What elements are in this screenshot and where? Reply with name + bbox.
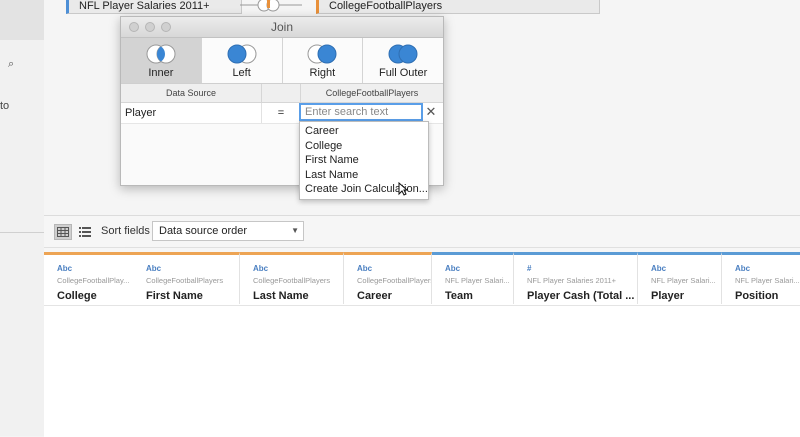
grid-view-button[interactable]: [54, 224, 72, 240]
join-type-right[interactable]: Right: [282, 38, 364, 83]
type-icon[interactable]: Abc: [357, 264, 431, 274]
header-right-table: CollegeFootballPlayers: [325, 88, 419, 98]
join-type-inner[interactable]: Inner: [121, 38, 202, 83]
close-icon[interactable]: [129, 22, 139, 32]
inner-join-icon: [146, 44, 176, 64]
grid-column-header[interactable]: # NFL Player Salaries 2011+ Player Cash …: [514, 252, 638, 304]
type-icon[interactable]: Abc: [651, 264, 721, 274]
sort-select-value: Data source order: [159, 225, 248, 237]
column-source: NFL Player Salari...: [445, 276, 510, 285]
column-source: NFL Player Salari...: [651, 276, 716, 285]
header-operator: [262, 84, 301, 102]
type-icon[interactable]: Abc: [146, 264, 239, 274]
column-name: Team: [445, 290, 473, 302]
close-icon[interactable]: ✕: [424, 104, 438, 120]
column-source: CollegeFootballPlay...: [57, 276, 130, 285]
dropdown-option-college[interactable]: College: [300, 139, 428, 154]
column-name: Last Name: [253, 290, 309, 302]
left-panel: ⌕ to: [0, 0, 45, 436]
grid-column-header[interactable]: Abc NFL Player Salari... Team: [432, 252, 514, 304]
list-view-button[interactable]: [76, 224, 94, 240]
grid-column-header[interactable]: Abc CollegeFootballPlayers First Name: [133, 252, 240, 304]
column-name: Player Cash (Total ...: [527, 290, 635, 302]
sort-fields-select[interactable]: Data source order ▼: [152, 221, 304, 241]
join-type-full-outer[interactable]: Full Outer: [363, 38, 443, 83]
join-connector-icon[interactable]: [240, 0, 302, 12]
left-join-icon: [227, 44, 257, 64]
grid-column-header[interactable]: Abc NFL Player Salari... Player: [638, 252, 722, 304]
column-name: College: [57, 290, 97, 302]
grid-column-header[interactable]: Abc NFL Player Salari... Position: [722, 252, 800, 304]
column-source: NFL Player Salari...: [735, 276, 800, 285]
join-left-field[interactable]: Player: [121, 103, 262, 123]
dropdown-option-last-name[interactable]: Last Name: [300, 168, 428, 183]
grid-divider: [44, 305, 800, 306]
mouse-cursor-icon: [398, 182, 408, 196]
type-icon[interactable]: Abc: [57, 264, 136, 274]
grid-column-header[interactable]: Abc CollegeFootballPlayers Career: [344, 252, 432, 304]
search-icon[interactable]: ⌕: [8, 58, 14, 71]
dropdown-option-first-name[interactable]: First Name: [300, 153, 428, 168]
join-type-label: Left: [232, 67, 251, 79]
join-operator[interactable]: =: [262, 103, 301, 123]
list-icon: [79, 227, 91, 237]
dialog-titlebar[interactable]: Join: [121, 17, 443, 38]
chevron-down-icon: ▼: [291, 226, 299, 235]
type-icon[interactable]: #: [527, 264, 637, 274]
type-icon[interactable]: Abc: [735, 264, 800, 274]
minimize-icon[interactable]: [145, 22, 155, 32]
grid-icon: [57, 227, 69, 237]
metadata-grid: Abc CollegeFootballPlay... College Abc C…: [44, 247, 800, 437]
join-clause-header: Data Source CollegeFootballPlayers: [121, 84, 443, 103]
table-pill-college[interactable]: CollegeFootballPlayers: [316, 0, 600, 14]
column-name: Career: [357, 290, 392, 302]
join-type-left[interactable]: Left: [201, 38, 283, 83]
column-source: CollegeFootballPlayers: [146, 276, 224, 285]
right-join-icon: [307, 44, 337, 64]
header-data-source: Data Source: [121, 84, 262, 102]
column-name: Position: [735, 290, 779, 302]
join-type-label: Full Outer: [378, 67, 428, 79]
join-field-search-input[interactable]: [299, 103, 423, 121]
column-name: Player: [651, 290, 685, 302]
join-type-label: Right: [309, 67, 336, 79]
column-source: NFL Player Salaries 2011+: [527, 276, 617, 285]
left-panel-text: to: [0, 100, 10, 112]
maximize-icon[interactable]: [161, 22, 171, 32]
column-source: CollegeFootballPlayers: [253, 276, 331, 285]
join-type-label: Inner: [148, 67, 174, 79]
join-field-dropdown: Career College First Name Last Name Crea…: [299, 121, 429, 200]
full-outer-join-icon: [388, 44, 418, 64]
type-icon[interactable]: Abc: [445, 264, 513, 274]
dropdown-option-create-join-calculation[interactable]: Create Join Calculation...: [300, 182, 428, 197]
type-icon[interactable]: Abc: [253, 264, 343, 274]
metadata-toolbar: Sort fields Data source order ▼: [44, 215, 800, 248]
sort-fields-label: Sort fields: [101, 225, 150, 237]
column-source: CollegeFootballPlayers: [357, 276, 431, 285]
column-name: First Name: [146, 290, 203, 302]
grid-column-header[interactable]: Abc CollegeFootballPlayers Last Name: [240, 252, 344, 304]
left-panel-divider: [0, 232, 44, 233]
table-pill-nfl[interactable]: NFL Player Salaries 2011+: [66, 0, 242, 14]
grid-column-header[interactable]: Abc CollegeFootballPlay... College: [44, 252, 137, 304]
join-type-selector: Inner Left Right Full Outer: [121, 38, 443, 84]
left-panel-header: [0, 0, 44, 40]
dropdown-option-career[interactable]: Career: [300, 124, 428, 139]
